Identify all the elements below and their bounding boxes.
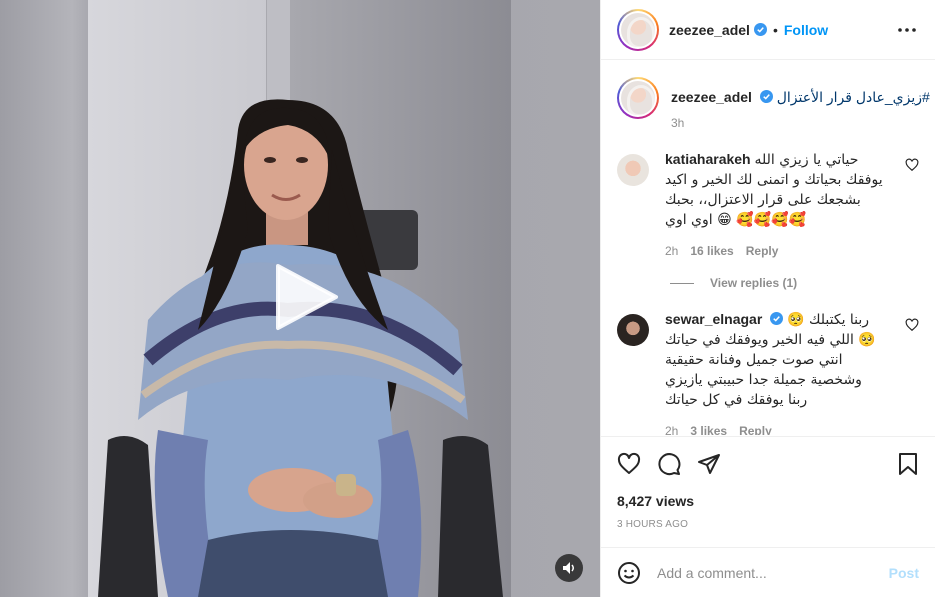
view-count[interactable]: 8,427 views bbox=[617, 493, 919, 509]
post-timestamp[interactable]: 3 HOURS AGO bbox=[617, 519, 919, 530]
add-comment-bar: Post bbox=[601, 547, 935, 597]
comment-input[interactable] bbox=[657, 564, 889, 581]
comment-time[interactable]: 2h bbox=[665, 424, 678, 435]
comment-avatar[interactable] bbox=[617, 314, 649, 346]
verified-badge-icon bbox=[759, 90, 773, 103]
separator-dot: • bbox=[772, 21, 778, 38]
comment-item: katiaharakeh حياتي يا زيزي الله يوفقك بح… bbox=[617, 150, 919, 258]
view-replies-label: View replies (1) bbox=[710, 276, 798, 290]
comments-list[interactable]: zeezee_adel زيزي_عادل قرار الأعتزال# 3h … bbox=[601, 61, 935, 435]
speaker-icon bbox=[563, 562, 574, 574]
share-icon[interactable] bbox=[697, 452, 721, 476]
view-replies-button[interactable]: View replies (1) bbox=[670, 276, 919, 290]
comment-time[interactable]: 2h bbox=[665, 244, 678, 258]
follow-button[interactable]: Follow bbox=[784, 22, 828, 38]
post-side-panel: zeezee_adel • Follow zeezee_adel زيزي_عا… bbox=[600, 0, 935, 597]
more-options-icon bbox=[898, 27, 916, 32]
play-button[interactable] bbox=[270, 262, 340, 332]
like-comment-heart-icon[interactable] bbox=[905, 318, 919, 332]
comment-likes[interactable]: 3 likes bbox=[690, 424, 727, 435]
mute-button[interactable] bbox=[555, 554, 583, 582]
bookmark-icon[interactable] bbox=[897, 452, 919, 476]
verified-badge-icon bbox=[753, 23, 767, 36]
post-comment-button[interactable]: Post bbox=[889, 565, 919, 581]
caption-time[interactable]: 3h bbox=[671, 116, 930, 130]
more-options-button[interactable] bbox=[895, 18, 919, 42]
post-media[interactable] bbox=[0, 0, 600, 597]
caption-avatar[interactable] bbox=[617, 77, 659, 119]
caption-hashtag[interactable]: زيزي_عادل قرار الأعتزال# bbox=[777, 89, 930, 105]
replies-divider bbox=[670, 282, 694, 284]
avatar[interactable] bbox=[617, 8, 659, 51]
comment-icon[interactable] bbox=[657, 452, 681, 476]
comment-username[interactable]: sewar_elnagar bbox=[665, 311, 762, 327]
comment-username[interactable]: katiaharakeh bbox=[665, 151, 751, 167]
verified-badge-icon bbox=[770, 312, 784, 325]
comment-avatar[interactable] bbox=[617, 154, 649, 186]
comment-likes[interactable]: 16 likes bbox=[690, 244, 733, 258]
reply-button[interactable]: Reply bbox=[746, 244, 779, 258]
caption-username[interactable]: zeezee_adel bbox=[671, 89, 752, 105]
heart-icon[interactable] bbox=[617, 452, 641, 476]
comment-item: sewar_elnagar ربنا يكتبلك 🥺🥺 اللي فيه ال… bbox=[617, 310, 919, 435]
emoji-icon[interactable] bbox=[617, 561, 641, 585]
post-actions: 8,427 views 3 HOURS AGO bbox=[601, 436, 935, 530]
reply-button[interactable]: Reply bbox=[739, 424, 772, 435]
post-header: zeezee_adel • Follow bbox=[601, 0, 935, 60]
like-comment-heart-icon[interactable] bbox=[905, 158, 919, 172]
post-username[interactable]: zeezee_adel bbox=[669, 22, 750, 38]
post-caption: zeezee_adel زيزي_عادل قرار الأعتزال# 3h bbox=[617, 77, 930, 130]
play-icon bbox=[276, 264, 338, 330]
avatar-image bbox=[621, 12, 655, 47]
